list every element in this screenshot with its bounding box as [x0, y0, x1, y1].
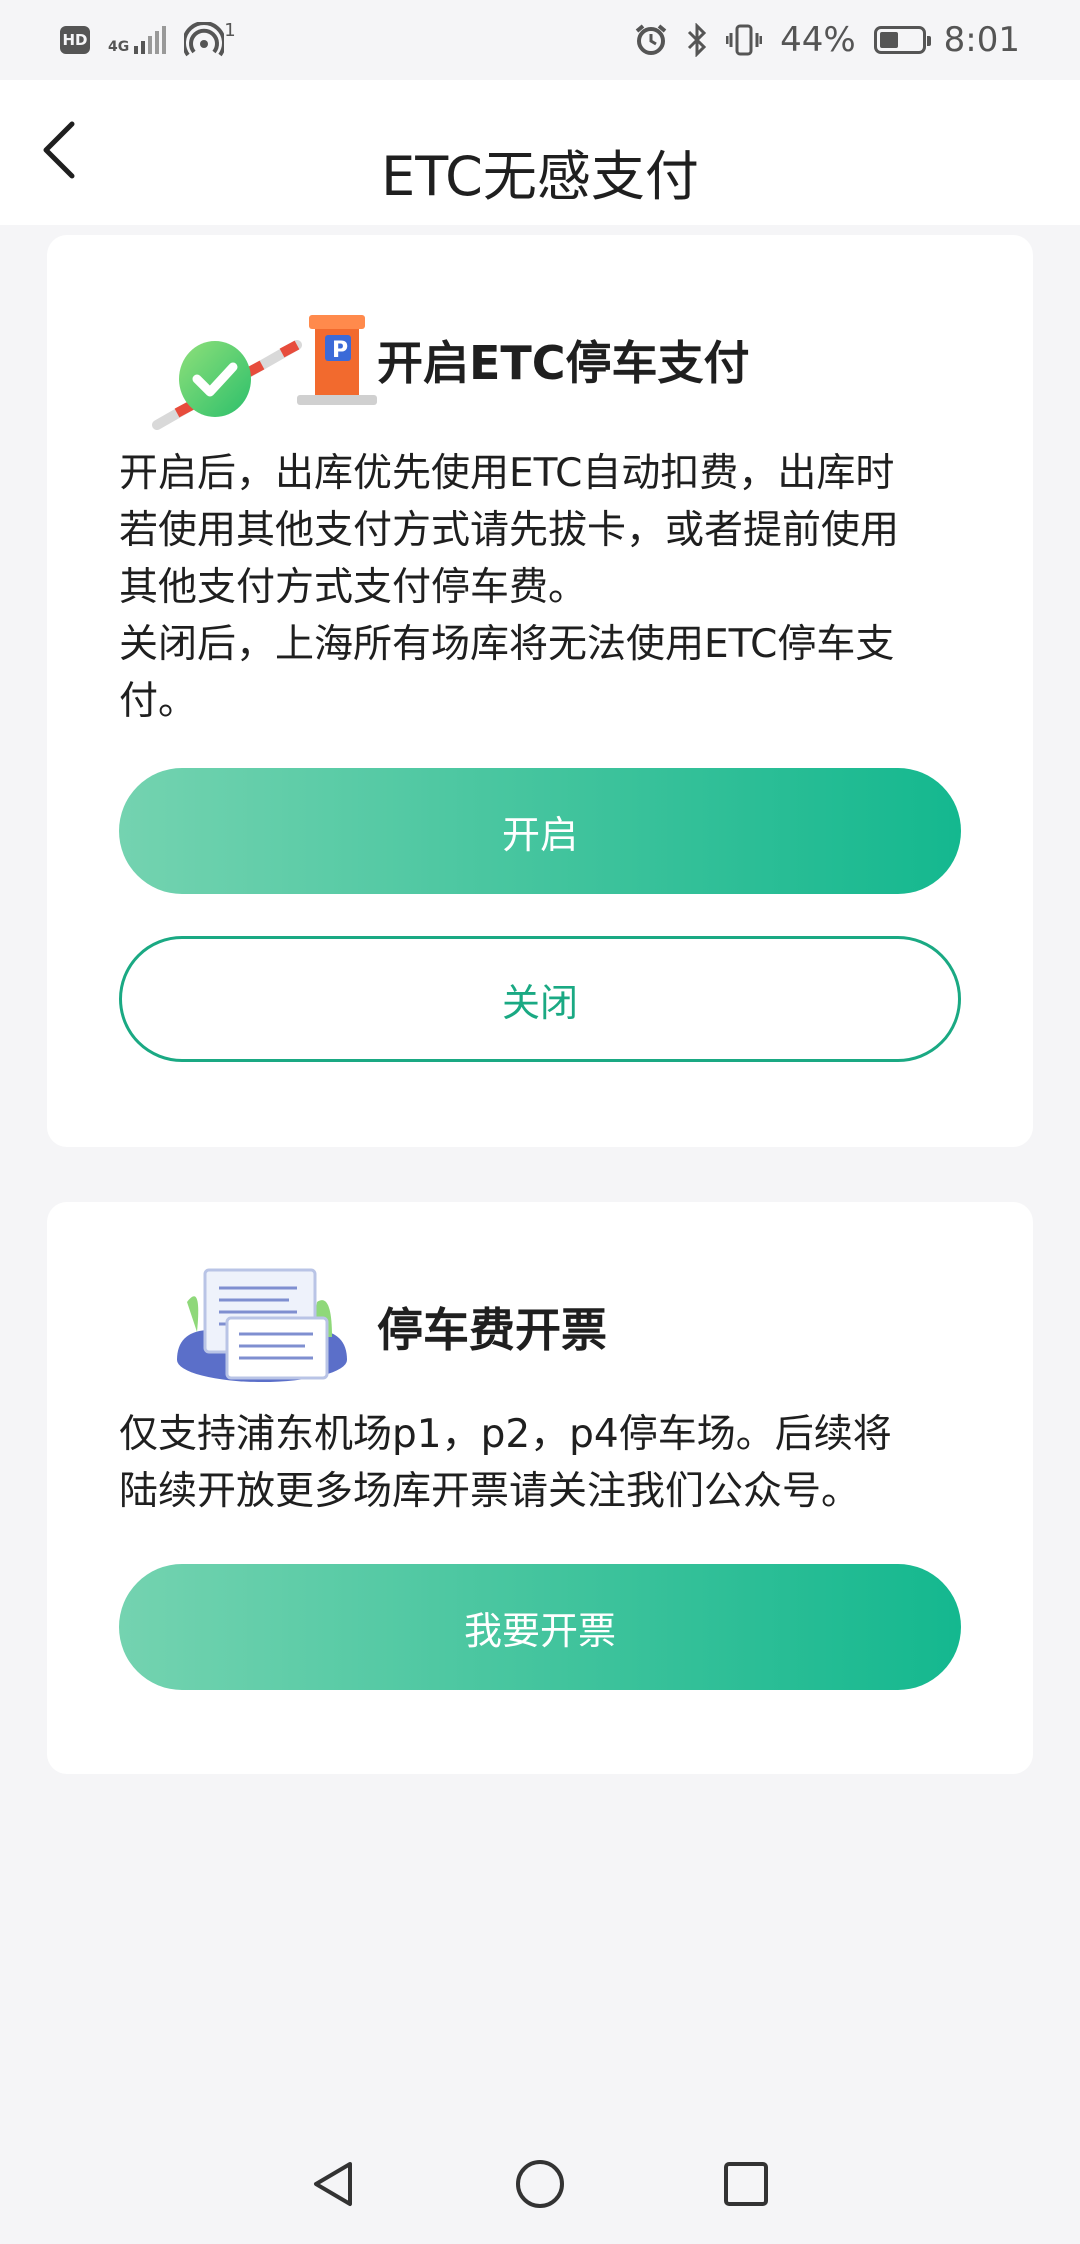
- hotspot-icon: 1: [184, 20, 236, 58]
- nav-recents-icon[interactable]: [718, 2156, 774, 2212]
- status-bar: HD 4G 1 44% 8:01: [0, 0, 1080, 80]
- vibrate-icon: [726, 24, 763, 56]
- page-title: ETC无感支付: [381, 145, 699, 208]
- battery-fill: [879, 32, 898, 48]
- battery-icon: [873, 26, 931, 54]
- invoice-card-description: 仅支持浦东机场p1，p2，p4停车场。后续将 陆续开放更多场库开票请关注我们公众…: [119, 1406, 973, 1520]
- signal-icon: 4G: [108, 26, 167, 55]
- hd-icon: HD: [60, 26, 90, 54]
- desc-line: 付。: [119, 679, 198, 724]
- nav-home-icon[interactable]: [512, 2156, 568, 2212]
- battery-percent: 44%: [780, 20, 856, 60]
- invoice-card-title: 停车费开票: [377, 1303, 607, 1357]
- bluetooth-icon: [688, 23, 707, 57]
- clock: 8:01: [943, 20, 1020, 60]
- etc-card-title: 开启ETC停车支付: [377, 336, 750, 390]
- title-bar: ETC无感支付: [0, 80, 1080, 225]
- desc-line: 关闭后，上海所有场库将无法使用ETC停车支: [119, 622, 895, 667]
- system-nav-bar: [0, 2124, 1080, 2244]
- network-type: 4G: [108, 39, 130, 55]
- parking-gate-icon: P: [152, 315, 377, 430]
- etc-payment-card: P 开启ETC停车支付 开启后，出库优先使用ETC自动扣费，出库时 若使用其他支…: [47, 235, 1033, 1147]
- invoice-icon: [177, 1268, 347, 1382]
- enable-etc-button[interactable]: 开启: [119, 768, 961, 894]
- desc-line: 仅支持浦东机场p1，p2，p4停车场。后续将: [119, 1412, 892, 1457]
- svg-text:P: P: [332, 338, 348, 363]
- request-invoice-button[interactable]: 我要开票: [119, 1564, 961, 1690]
- desc-line: 其他支付方式支付停车费。: [119, 565, 588, 610]
- desc-line: 若使用其他支付方式请先拔卡，或者提前使用: [119, 508, 900, 553]
- status-right: 44% 8:01: [634, 20, 1020, 60]
- invoice-card: 停车费开票 仅支持浦东机场p1，p2，p4停车场。后续将 陆续开放更多场库开票请…: [47, 1202, 1033, 1774]
- desc-line: 开启后，出库优先使用ETC自动扣费，出库时: [119, 451, 895, 496]
- nav-back-icon[interactable]: [306, 2156, 362, 2212]
- desc-line: 陆续开放更多场库开票请关注我们公众号。: [119, 1469, 861, 1514]
- alarm-icon: [635, 24, 667, 55]
- disable-etc-button[interactable]: 关闭: [119, 936, 961, 1062]
- hotspot-badge: 1: [224, 20, 236, 41]
- etc-card-description: 开启后，出库优先使用ETC自动扣费，出库时 若使用其他支付方式请先拔卡，或者提前…: [119, 445, 973, 730]
- status-left: HD 4G 1: [60, 22, 236, 58]
